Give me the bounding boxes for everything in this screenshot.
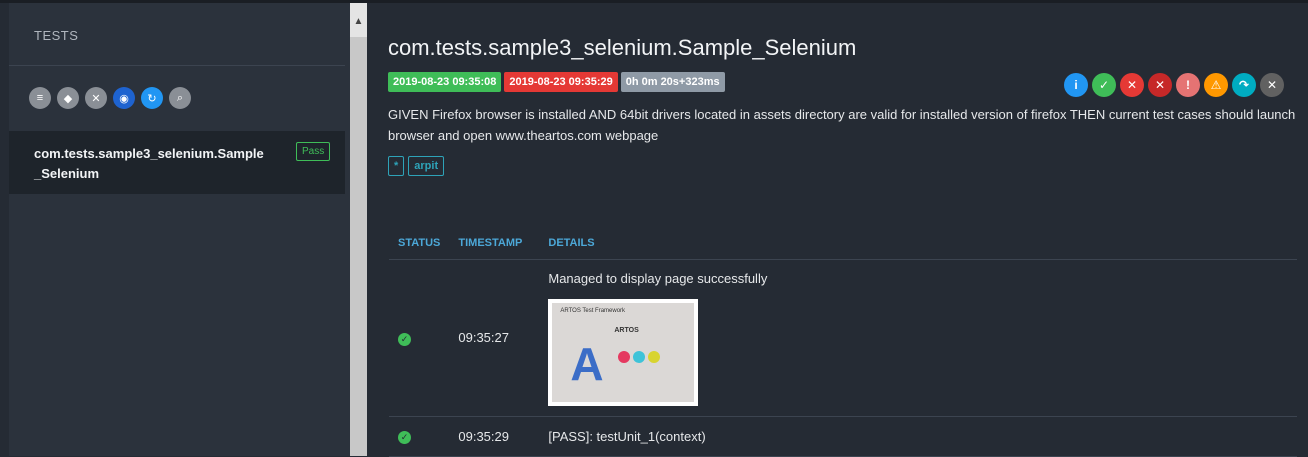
duration-badge: 0h 0m 20s+323ms: [620, 72, 725, 92]
filter-toolbar: ≡ ◆ ✕ ◉ ↻ ⌕: [29, 87, 191, 109]
test-list-panel: TESTS ≡ ◆ ✕ ◉ ↻ ⌕ com.tests.sample3_selenium.…: [0, 3, 350, 456]
error-icon[interactable]: !: [1176, 73, 1200, 97]
start-time-badge: 2019-08-23 09:35:08: [388, 72, 502, 92]
tag-filter-icon[interactable]: ◆: [57, 87, 79, 109]
warning-icon[interactable]: ⚠: [1204, 73, 1228, 97]
test-detail-panel: com.tests.sample3_selenium.Sample_Seleni…: [367, 3, 1308, 457]
tag[interactable]: *: [388, 156, 405, 176]
fingerprint-filter-icon[interactable]: ◉: [113, 87, 135, 109]
divider: [9, 65, 345, 66]
all-filter-icon[interactable]: ≡: [29, 87, 51, 109]
refresh-filter-icon[interactable]: ↻: [141, 87, 163, 109]
scrollbar[interactable]: ▲: [350, 3, 367, 456]
test-list-item[interactable]: com.tests.sample3_selenium.Sample_Seleni…: [9, 131, 345, 194]
tests-header: TESTS: [34, 28, 79, 43]
status-cell: ✓: [389, 259, 450, 417]
screenshot-image: ARTOS Test Framework ARTOS A: [552, 303, 695, 402]
fail-icon[interactable]: ✕: [1120, 73, 1144, 97]
yellow-circle: [648, 351, 661, 363]
status-cell: ✓: [389, 416, 450, 457]
scroll-up-icon[interactable]: ▲: [350, 3, 367, 37]
skip-icon[interactable]: ↷: [1232, 73, 1256, 97]
fatal-icon[interactable]: ✕: [1148, 73, 1172, 97]
page-title: com.tests.sample3_selenium.Sample_Seleni…: [388, 35, 857, 60]
status-column-header: STATUS: [389, 228, 450, 260]
log-table: STATUS TIMESTAMP DETAILS ✓ 09:35:27 Mana…: [389, 228, 1297, 457]
test-description: GIVEN Firefox browser is installed AND 6…: [388, 107, 1296, 143]
timestamp-cell: 09:35:27: [449, 259, 540, 417]
pass-icon[interactable]: ✓: [1092, 73, 1116, 97]
info-icon[interactable]: i: [1064, 73, 1088, 97]
pass-check-icon: ✓: [398, 431, 411, 444]
tag[interactable]: arpit: [408, 156, 445, 176]
status-filter-icons: i ✓ ✕ ✕! ⚠ ↷ ✕: [1064, 73, 1284, 97]
screenshot-heading: ARTOS Test Framework: [560, 308, 626, 314]
details-column-header: DETAILS: [539, 228, 1297, 260]
table-row: ✓ 09:35:29 [PASS]: testUnit_1(context): [389, 416, 1297, 457]
details-cell: Managed to display page successfully ART…: [539, 259, 1297, 417]
pass-check-icon: ✓: [398, 332, 411, 346]
screenshot-brand: ARTOS: [614, 327, 639, 334]
time-badges: 2019-08-23 09:35:08 2019-08-23 09:35:29 …: [388, 72, 725, 92]
test-name: com.tests.sample3_selenium.Sample_Seleni…: [34, 146, 264, 181]
log-message: Managed to display page successfully: [548, 271, 768, 286]
timestamp-cell: 09:35:29: [449, 416, 540, 457]
end-time-badge: 2019-08-23 09:35:29: [504, 72, 618, 92]
details-cell: [PASS]: testUnit_1(context): [539, 416, 1297, 457]
screenshot-thumbnail[interactable]: ARTOS Test Framework ARTOS A: [548, 299, 699, 406]
cyan-circle: [633, 351, 646, 363]
timestamp-column-header: TIMESTAMP: [449, 228, 540, 260]
red-circle: [618, 351, 631, 363]
search-filter-icon[interactable]: ⌕: [169, 87, 191, 109]
tag-list: * arpit: [388, 156, 445, 176]
fail-filter-icon[interactable]: ✕: [85, 87, 107, 109]
close-icon[interactable]: ✕: [1260, 73, 1284, 97]
table-row: ✓ 09:35:27 Managed to display page succe…: [389, 259, 1297, 417]
artos-logo: A: [570, 338, 604, 390]
status-badge: Pass: [296, 142, 331, 161]
